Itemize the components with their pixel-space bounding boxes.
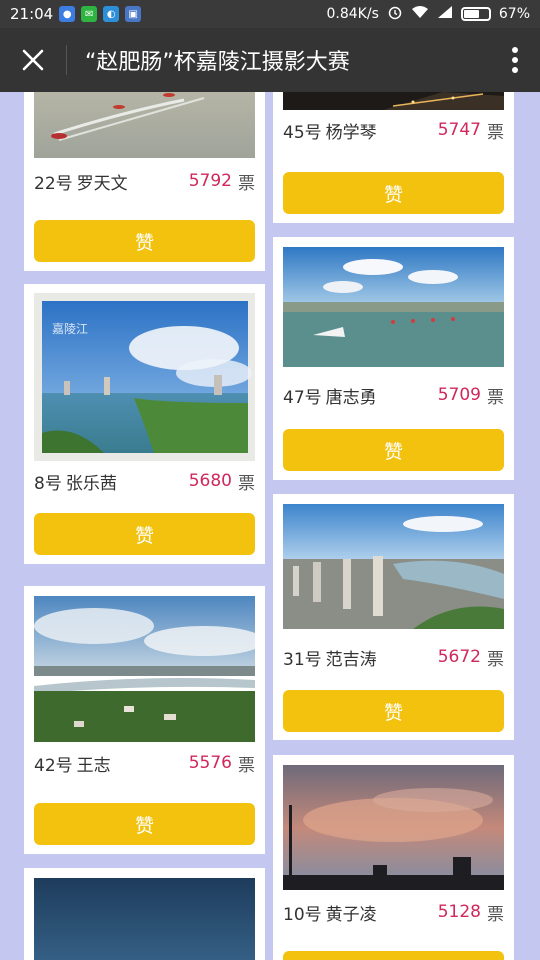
close-icon: [22, 49, 44, 71]
entry-number: 22号: [34, 173, 73, 194]
entry-number: 42号: [34, 755, 73, 776]
alarm-icon: [387, 4, 403, 24]
like-button[interactable]: 赞: [283, 951, 504, 960]
entry-author: 范吉涛: [325, 649, 377, 670]
entry-author: 唐志勇: [325, 387, 377, 408]
entry-photo[interactable]: 嘉陵江: [34, 293, 255, 461]
entry-photo[interactable]: [283, 765, 504, 890]
vote-unit: 票: [487, 904, 504, 925]
page-title: “赵肥肠”杯嘉陵江摄影大赛: [85, 50, 350, 75]
entry-photo[interactable]: [34, 596, 264, 742]
entry-author: 张乐茜: [65, 473, 117, 494]
vote-unit: 票: [487, 649, 504, 670]
close-button[interactable]: [0, 28, 66, 92]
network-speed: 0.84K/s: [326, 6, 379, 22]
entry-number: 10号: [283, 904, 322, 925]
vote-count: 5792: [188, 171, 232, 191]
entry-photo[interactable]: [283, 247, 504, 367]
entry-author: 黄子凌: [325, 904, 377, 925]
entry-author: 王志: [76, 755, 111, 776]
clock: 21:04: [10, 5, 54, 23]
entry-card: [24, 868, 265, 960]
vote-unit: 票: [238, 173, 255, 194]
photo-caption: 嘉陵江: [52, 322, 88, 336]
entry-card: 22号 罗天文 5792 票 赞: [24, 92, 265, 271]
vote-unit: 票: [487, 387, 504, 408]
vote-count: 5680: [188, 471, 232, 491]
vote-count: 5672: [437, 647, 481, 667]
vote-count: 5576: [188, 753, 232, 773]
like-button[interactable]: 赞: [283, 172, 504, 214]
entry-card: 嘉陵江 8号 张乐茜 5680 票 赞: [24, 284, 265, 564]
vote-unit: 票: [238, 473, 255, 494]
entry-author: 罗天文: [76, 173, 128, 194]
entry-card: 31号 范吉涛 5672 票 赞: [273, 494, 514, 740]
entry-number: 8号: [34, 473, 62, 494]
entry-card: 42号 王志 5576 票 赞: [24, 586, 265, 854]
wifi-icon: [411, 5, 429, 23]
vote-count: 5128: [437, 902, 481, 922]
battery-icon: [460, 7, 491, 21]
title-bar: “赵肥肠”杯嘉陵江摄影大赛: [0, 28, 540, 92]
vote-unit: 票: [487, 122, 504, 143]
entry-card: 10号 黄子凌 5128 票 赞: [273, 755, 514, 960]
status-bar: 21:04 ● ✉ ◐ ▣ 0.84K/s 67%: [0, 0, 540, 28]
entry-author: 杨学琴: [325, 122, 377, 143]
vote-count: 5747: [437, 120, 481, 140]
signal-icon: [437, 5, 453, 23]
entry-card: 45号 杨学琴 5747 票 赞: [273, 92, 514, 223]
entry-photo[interactable]: [34, 92, 255, 158]
entry-photo[interactable]: [34, 878, 255, 960]
more-vertical-icon: [512, 47, 518, 73]
entry-number: 45号: [283, 122, 322, 143]
entry-photo[interactable]: [283, 504, 504, 629]
wechat-icon: ✉: [81, 6, 98, 22]
entry-number: 47号: [283, 387, 322, 408]
entry-photo[interactable]: [283, 92, 504, 110]
like-button[interactable]: 赞: [283, 690, 504, 732]
app-icon-2: ◐: [103, 6, 120, 22]
like-button[interactable]: 赞: [283, 429, 504, 471]
vote-unit: 票: [238, 755, 255, 776]
like-button[interactable]: 赞: [34, 803, 255, 845]
like-button[interactable]: 赞: [34, 220, 255, 262]
app-icon-3: ▣: [125, 6, 142, 22]
app-icon-1: ●: [59, 6, 76, 22]
like-button[interactable]: 赞: [34, 513, 255, 555]
vote-count: 5709: [437, 385, 481, 405]
entries-grid[interactable]: 22号 罗天文 5792 票 赞 嘉陵江 8号 张乐茜 5680 票 赞 42号…: [0, 92, 540, 960]
more-button[interactable]: [490, 28, 540, 92]
entry-number: 31号: [283, 649, 322, 670]
entry-card: 47号 唐志勇 5709 票 赞: [273, 237, 514, 480]
battery-percent: 67%: [498, 6, 530, 22]
